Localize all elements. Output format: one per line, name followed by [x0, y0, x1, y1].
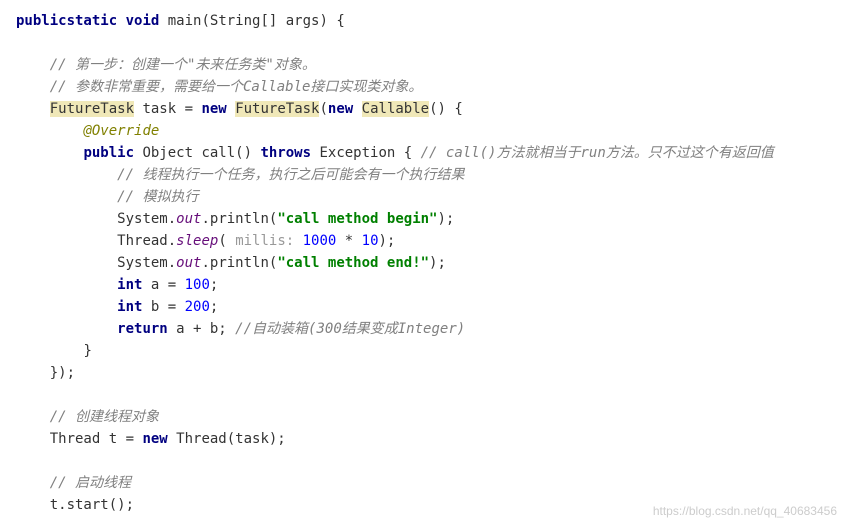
- highlighted-type: Callable: [362, 101, 429, 117]
- comment: //自动装箱(300结果变成Integer): [235, 321, 465, 337]
- blank-line: [16, 32, 831, 54]
- number-literal: 10: [362, 233, 379, 249]
- comment: // 启动线程: [50, 475, 131, 491]
- static-field: out: [176, 255, 201, 271]
- code-line: return a + b; //自动装箱(300结果变成Integer): [16, 318, 831, 340]
- code-line: Thread.sleep( millis: 1000 * 10);: [16, 230, 831, 252]
- blank-line: [16, 450, 831, 472]
- number-literal: 1000: [303, 233, 337, 249]
- code-text: main(String[] args) {: [159, 13, 344, 29]
- code-line: // 创建线程对象: [16, 406, 831, 428]
- highlighted-type: FutureTask: [235, 101, 319, 117]
- string-literal: "call method end!": [277, 255, 429, 271]
- blank-line: [16, 384, 831, 406]
- code-line: // 模拟执行: [16, 186, 831, 208]
- code-line: // 第一步：创建一个"未来任务类"对象。: [16, 54, 831, 76]
- number-literal: 200: [185, 299, 210, 315]
- static-field: out: [176, 211, 201, 227]
- code-line: @Override: [16, 120, 831, 142]
- comment: // 第一步：创建一个"未来任务类"对象。: [50, 57, 316, 73]
- keyword: new: [142, 431, 167, 447]
- comment: // 线程执行一个任务，执行之后可能会有一个执行结果: [117, 167, 464, 183]
- watermark: https://blog.csdn.net/qq_40683456: [653, 500, 837, 522]
- keyword: void: [126, 13, 160, 29]
- keyword: public: [83, 145, 134, 161]
- param-hint: millis:: [235, 233, 302, 249]
- comment: // 创建线程对象: [50, 409, 159, 425]
- comment: // 模拟执行: [117, 189, 198, 205]
- string-literal: "call method begin": [277, 211, 437, 227]
- code-line: FutureTask task = new FutureTask(new Cal…: [16, 98, 831, 120]
- keyword: throws: [260, 145, 311, 161]
- comment: // call()方法就相当于run方法。只不过这个有返回值: [421, 145, 774, 161]
- code-line: // 参数非常重要，需要给一个Callable接口实现类对象。: [16, 76, 831, 98]
- code-line: System.out.println("call method end!");: [16, 252, 831, 274]
- keyword: new: [201, 101, 226, 117]
- code-line: int a = 100;: [16, 274, 831, 296]
- keyword: public: [16, 13, 67, 29]
- comment: // 参数非常重要，需要给一个Callable接口实现类对象。: [50, 79, 423, 95]
- keyword: static: [67, 13, 118, 29]
- static-method: sleep: [176, 233, 218, 249]
- code-line: // 启动线程: [16, 472, 831, 494]
- number-literal: 100: [185, 277, 210, 293]
- code-line: publicstatic void main(String[] args) {: [16, 10, 831, 32]
- code-line: System.out.println("call method begin");: [16, 208, 831, 230]
- code-line: });: [16, 362, 831, 384]
- keyword: return: [117, 321, 168, 337]
- annotation: @Override: [83, 123, 159, 139]
- code-block: publicstatic void main(String[] args) { …: [16, 10, 831, 516]
- highlighted-type: FutureTask: [50, 101, 134, 117]
- code-line: int b = 200;: [16, 296, 831, 318]
- code-line: Thread t = new Thread(task);: [16, 428, 831, 450]
- code-line: public Object call() throws Exception { …: [16, 142, 831, 164]
- keyword: new: [328, 101, 353, 117]
- code-line: }: [16, 340, 831, 362]
- keyword: int: [117, 299, 142, 315]
- keyword: int: [117, 277, 142, 293]
- code-line: // 线程执行一个任务，执行之后可能会有一个执行结果: [16, 164, 831, 186]
